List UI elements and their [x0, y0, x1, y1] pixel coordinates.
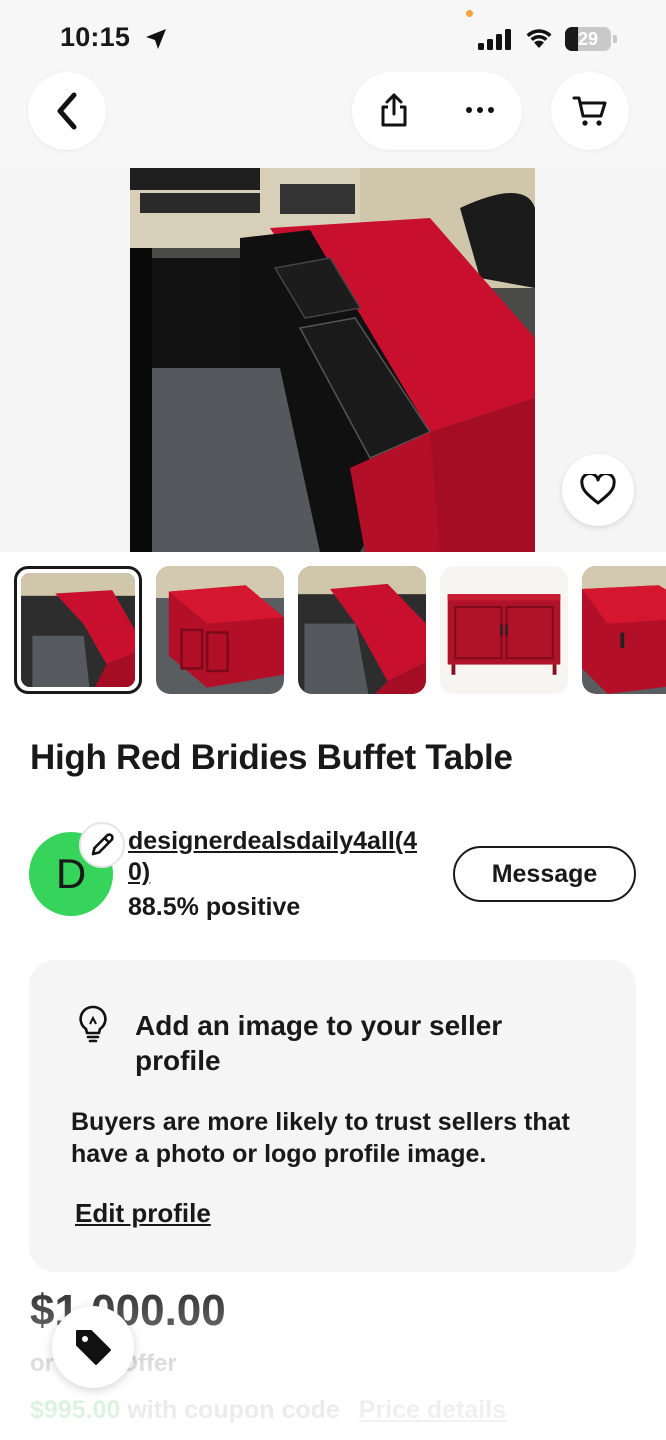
lightbulb-icon [79, 1005, 107, 1043]
seller-name-link[interactable]: designerdealsdaily4all(40) [128, 826, 428, 888]
coupon-line: $995.00 with coupon code Price details [30, 1396, 506, 1425]
thumbnail-strip[interactable] [14, 566, 666, 696]
action-pill [352, 72, 522, 150]
product-main-image[interactable] [130, 168, 535, 552]
location-arrow-icon [146, 29, 166, 49]
price-details-link[interactable]: Price details [359, 1396, 506, 1424]
share-icon [381, 93, 407, 127]
thumbnail-image [298, 566, 426, 694]
edit-avatar-button[interactable] [79, 822, 125, 868]
cellular-signal-icon [478, 29, 511, 50]
privacy-indicator-dot [466, 10, 473, 17]
watchlist-button[interactable] [562, 454, 634, 526]
seller-feedback-percent: 88.5% positive [128, 893, 301, 921]
thumbnail-1[interactable] [14, 566, 142, 694]
thumbnail-3[interactable] [298, 566, 426, 694]
thumbnail-image [21, 573, 135, 687]
thumbnail-2[interactable] [156, 566, 284, 694]
coupon-text: with coupon code [127, 1396, 340, 1424]
tip-body: Buyers are more likely to trust sellers … [71, 1108, 570, 1168]
battery-icon: 29 [565, 27, 617, 51]
chevron-left-icon [57, 92, 77, 130]
back-button[interactable] [28, 72, 106, 150]
more-options-button[interactable] [458, 88, 502, 132]
coupon-tag-button[interactable] [52, 1306, 134, 1388]
listing-title: High Red Bridies Buffet Table [30, 738, 513, 777]
seller-profile-tip-card: Add an image to your seller profile Buye… [29, 960, 636, 1272]
battery-percent: 29 [577, 29, 599, 49]
seller-username[interactable]: designerdealsdaily4all [128, 827, 395, 855]
price-tag-icon [76, 1330, 111, 1365]
thumbnail-4[interactable] [440, 566, 568, 694]
edit-profile-link[interactable]: Edit profile [75, 1198, 211, 1229]
more-horizontal-icon [466, 107, 494, 113]
thumbnail-5[interactable] [582, 566, 666, 694]
tip-heading: Add an image to your seller profile [135, 1010, 503, 1076]
cart-button[interactable] [551, 72, 629, 150]
share-button[interactable] [372, 88, 416, 132]
thumbnail-image [440, 566, 568, 694]
heart-icon [580, 474, 616, 505]
pencil-icon [91, 833, 114, 856]
status-time: 10:15 [60, 22, 131, 52]
thumbnail-image [582, 566, 666, 694]
status-bar: 10:15 29 [0, 0, 666, 70]
message-seller-button[interactable]: Message [453, 846, 636, 902]
cart-icon [572, 96, 607, 126]
coupon-price: $995.00 [30, 1396, 121, 1424]
wifi-icon [526, 29, 552, 48]
thumbnail-image [156, 566, 284, 694]
